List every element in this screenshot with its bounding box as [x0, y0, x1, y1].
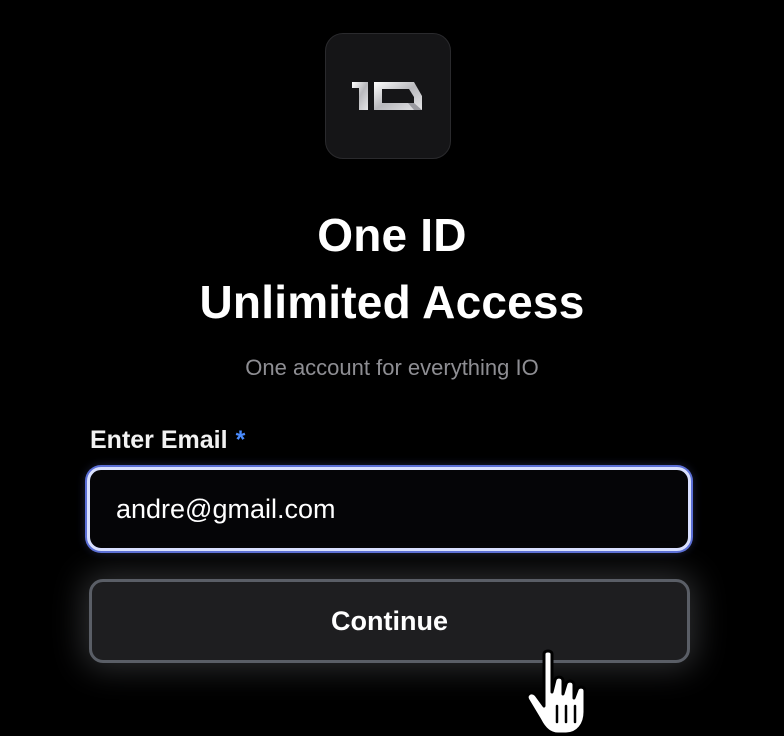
app-logo	[325, 33, 451, 159]
login-page: One ID Unlimited Access One account for …	[0, 0, 784, 736]
headline-line-2: Unlimited Access	[199, 276, 585, 328]
email-label-text: Enter Email	[90, 426, 228, 454]
email-field-label: Enter Email *	[90, 424, 245, 456]
subtitle: One account for everything IO	[245, 355, 539, 380]
required-asterisk: *	[235, 426, 246, 454]
io-logo-icon	[352, 82, 422, 110]
headline-line-1: One ID	[317, 209, 467, 261]
hand-pointer-icon	[525, 649, 587, 736]
email-input[interactable]	[87, 467, 691, 551]
